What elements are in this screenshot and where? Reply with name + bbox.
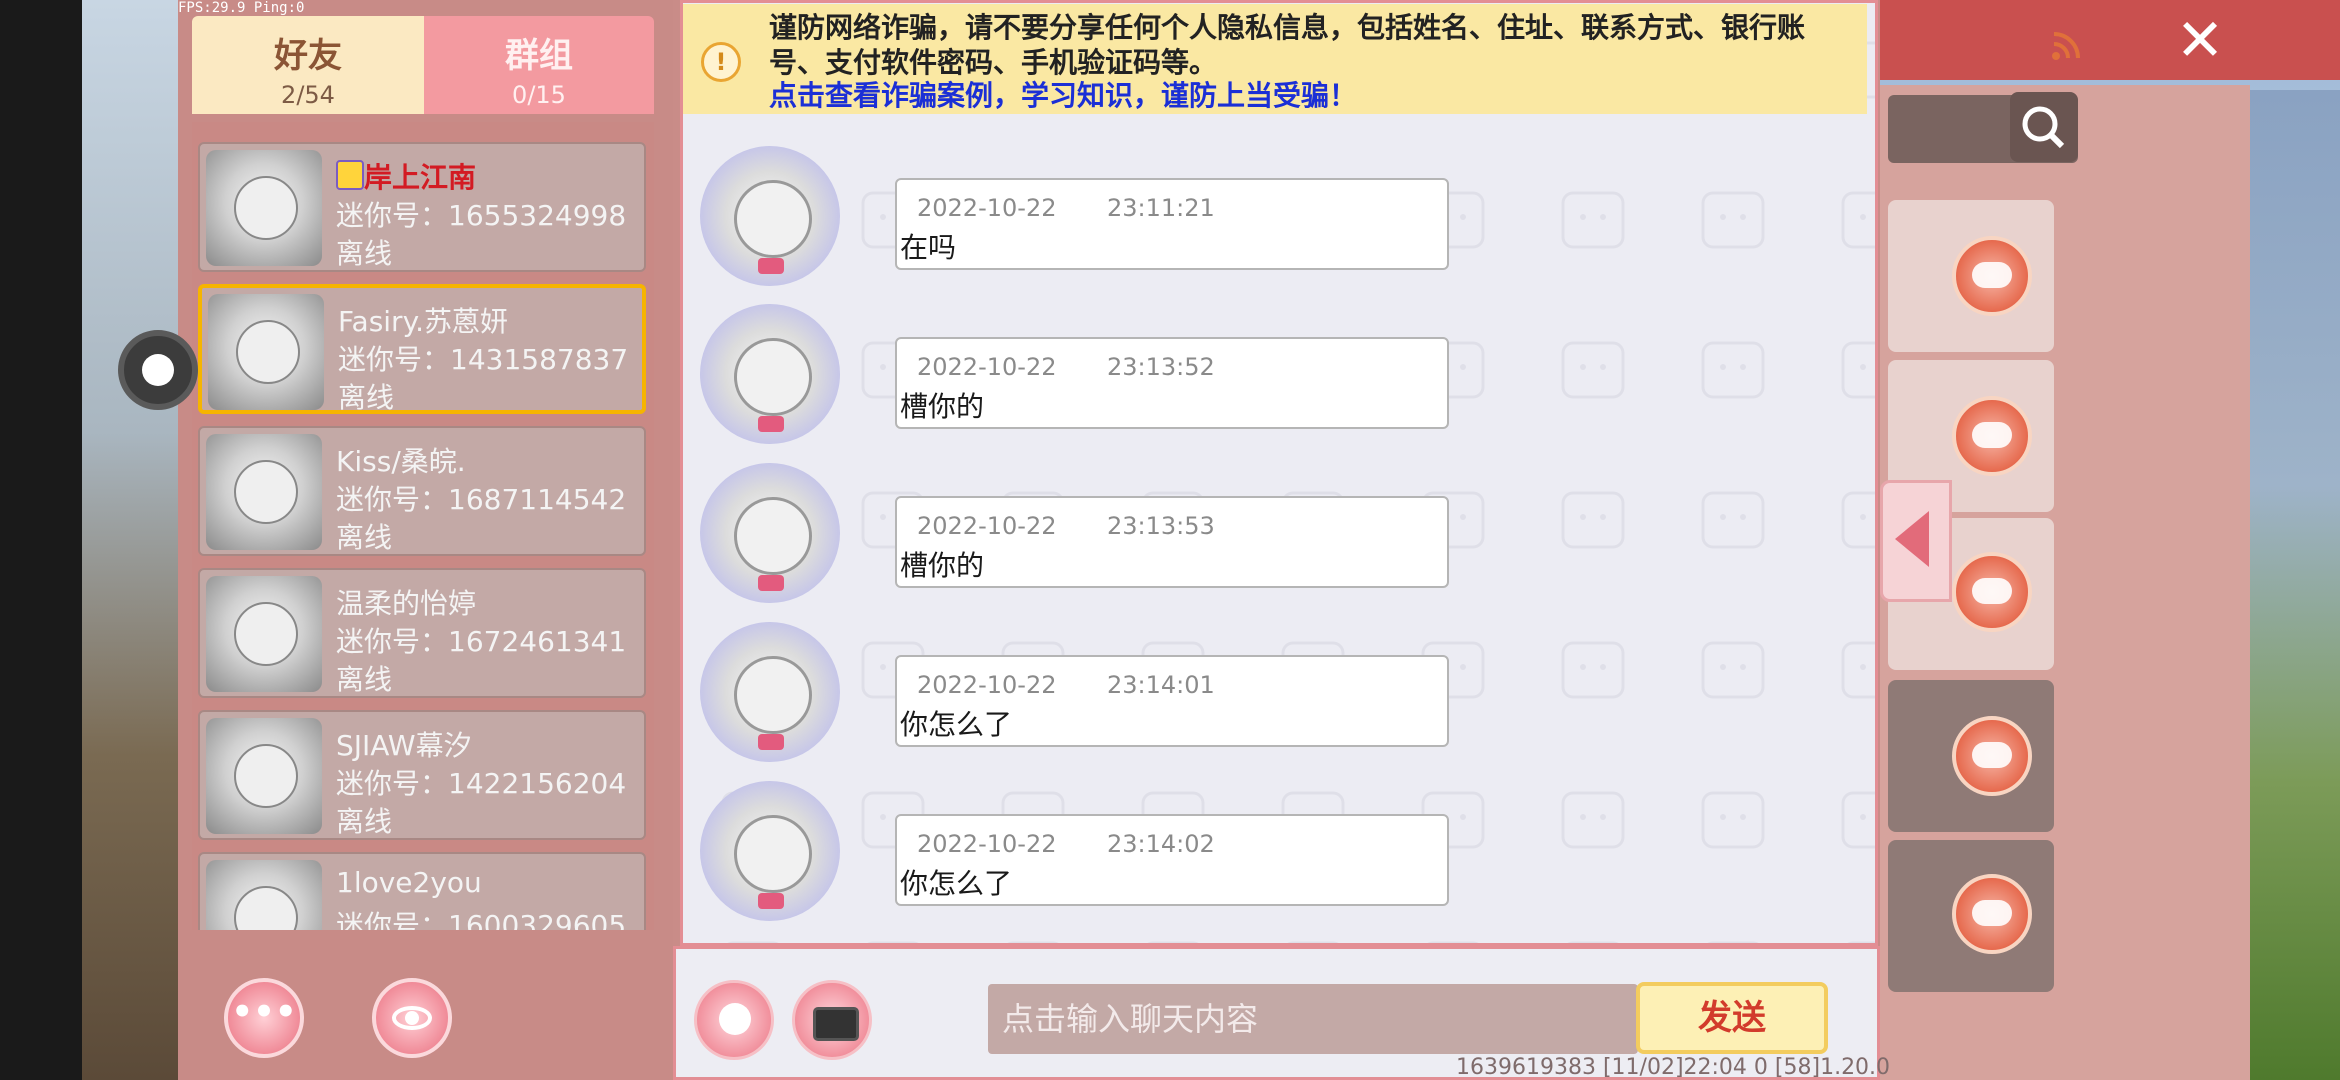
warning-icon: ! (701, 42, 741, 82)
avatar (206, 150, 322, 266)
tab-friends[interactable]: 好友 2/54 (192, 16, 424, 114)
send-button[interactable]: 发送 (1636, 982, 1828, 1054)
tab-groups[interactable]: 群组 0/15 (424, 16, 654, 114)
friend-status: 离线 (338, 381, 395, 414)
friend-tabs: 好友 2/54 群组 0/15 (192, 16, 654, 114)
friend-status: 离线 (336, 237, 393, 270)
chat-bubble-icon[interactable] (1952, 396, 2032, 476)
message-time: 23:14:01 (1107, 671, 1215, 699)
message-date: 2022-10-22 (917, 671, 1057, 699)
tab-groups-count: 0/15 (512, 81, 566, 109)
avatar (206, 576, 322, 692)
message-time: 23:13:52 (1107, 353, 1215, 381)
friend-id: 迷你号：1600329605 (336, 909, 627, 930)
avatar (206, 860, 322, 930)
message-bubble: 2022-10-22 23:13:53 槽你的 (895, 496, 1449, 588)
warning-link[interactable]: 点击查看诈骗案例，学习知识，谨防上当受骗！ (769, 78, 1357, 113)
eye-button[interactable] (372, 978, 452, 1058)
friend-item[interactable]: 1love2you 迷你号：1600329605 (198, 852, 646, 930)
chat-message-area[interactable] (680, 0, 1878, 946)
message-bubble: 2022-10-22 23:14:02 你怎么了 (895, 814, 1449, 906)
chat-bubble-icon[interactable] (1952, 874, 2032, 954)
friend-item[interactable]: SJIAW幕汐 迷你号：1422156204 离线 (198, 710, 646, 840)
scene-right-edge (2250, 90, 2340, 1080)
friend-item[interactable]: Kiss/桑皖. 迷你号：1687114542 离线 (198, 426, 646, 556)
keyboard-button[interactable] (792, 980, 872, 1060)
avatar[interactable] (700, 146, 840, 286)
message-date: 2022-10-22 (917, 194, 1057, 222)
friend-name: SJIAW幕汐 (336, 729, 472, 762)
friend-item[interactable]: 岸上江南 迷你号：1655324998 离线 (198, 142, 646, 272)
avatar (206, 434, 322, 550)
debug-info: 1639619383 [11/02]22:04 0 [58]1.20.0 (1456, 1055, 1891, 1080)
message-text: 在吗 (900, 231, 957, 264)
friend-status: 离线 (336, 805, 393, 838)
message-time: 23:13:53 (1107, 512, 1215, 540)
message-text: 槽你的 (900, 549, 985, 582)
close-icon[interactable]: ✕ (2172, 11, 2228, 69)
message-date: 2022-10-22 (917, 512, 1057, 540)
keyboard-icon (813, 1007, 859, 1041)
fraud-warning-banner: ! 谨防网络诈骗，请不要分享任何个人隐私信息，包括姓名、住址、联系方式、银行账号… (683, 4, 1867, 114)
collapse-tab[interactable] (1880, 480, 1952, 602)
tab-friends-label: 好友 (274, 36, 342, 76)
chat-bubble-icon[interactable] (1952, 236, 2032, 316)
friend-status: 离线 (336, 663, 393, 696)
chat-background-pattern (683, 3, 1875, 943)
friend-status: 离线 (336, 521, 393, 554)
friend-name: 1love2you (336, 866, 482, 899)
friend-item[interactable]: 温柔的怡婷 迷你号：1672461341 离线 (198, 568, 646, 698)
avatar[interactable] (700, 304, 840, 444)
avatar[interactable] (700, 781, 840, 921)
friend-id: 迷你号：1672461341 (336, 625, 627, 658)
message-date: 2022-10-22 (917, 830, 1057, 858)
message-date: 2022-10-22 (917, 353, 1057, 381)
friend-list[interactable]: 岸上江南 迷你号：1655324998 离线 Fasiry.苏蒽妍 迷你号：14… (192, 122, 654, 930)
friend-name: 温柔的怡婷 (336, 587, 477, 620)
message-time: 23:14:02 (1107, 830, 1215, 858)
friend-name: 岸上江南 (364, 161, 477, 194)
friend-id: 迷你号：1422156204 (336, 767, 627, 800)
emoji-icon (719, 1003, 751, 1035)
avatar (208, 294, 324, 410)
friend-id: 迷你号：1431587837 (338, 343, 629, 376)
message-bubble: 2022-10-22 23:14:01 你怎么了 (895, 655, 1449, 747)
floating-assist-button[interactable] (118, 330, 198, 410)
friend-name: Fasiry.苏蒽妍 (338, 305, 509, 338)
avatar[interactable] (700, 463, 840, 603)
warning-text: 谨防网络诈骗，请不要分享任何个人隐私信息，包括姓名、住址、联系方式、银行账号、支… (769, 11, 1806, 79)
rss-icon[interactable] (2050, 28, 2084, 62)
message-bubble: 2022-10-22 23:11:21 在吗 (895, 178, 1449, 270)
avatar[interactable] (700, 622, 840, 762)
chat-input[interactable] (988, 984, 1638, 1054)
friend-item-selected[interactable]: Fasiry.苏蒽妍 迷你号：1431587837 离线 (198, 284, 646, 414)
message-time: 23:11:21 (1107, 194, 1215, 222)
emoji-button[interactable] (694, 980, 774, 1060)
friend-id: 迷你号：1655324998 (336, 199, 627, 232)
avatar (206, 718, 322, 834)
friend-id: 迷你号：1687114542 (336, 483, 627, 516)
tab-friends-count: 2/54 (281, 81, 335, 109)
more-button[interactable]: ••• (224, 978, 304, 1058)
search-icon[interactable] (2010, 92, 2078, 162)
vip-badge-icon (336, 160, 364, 190)
arrow-left-icon (1895, 511, 1929, 567)
message-text: 你怎么了 (900, 867, 1013, 900)
chat-bubble-icon[interactable] (1952, 552, 2032, 632)
scene-left-edge (0, 0, 178, 1080)
message-text: 槽你的 (900, 390, 985, 423)
fps-readout: FPS:29.9 Ping:0 (178, 0, 305, 16)
tab-groups-label: 群组 (505, 36, 573, 76)
message-bubble: 2022-10-22 23:13:52 槽你的 (895, 337, 1449, 429)
chat-bubble-icon[interactable] (1952, 716, 2032, 796)
friend-name: Kiss/桑皖. (336, 445, 466, 478)
message-text: 你怎么了 (900, 708, 1013, 741)
more-icon: ••• (231, 992, 297, 1032)
